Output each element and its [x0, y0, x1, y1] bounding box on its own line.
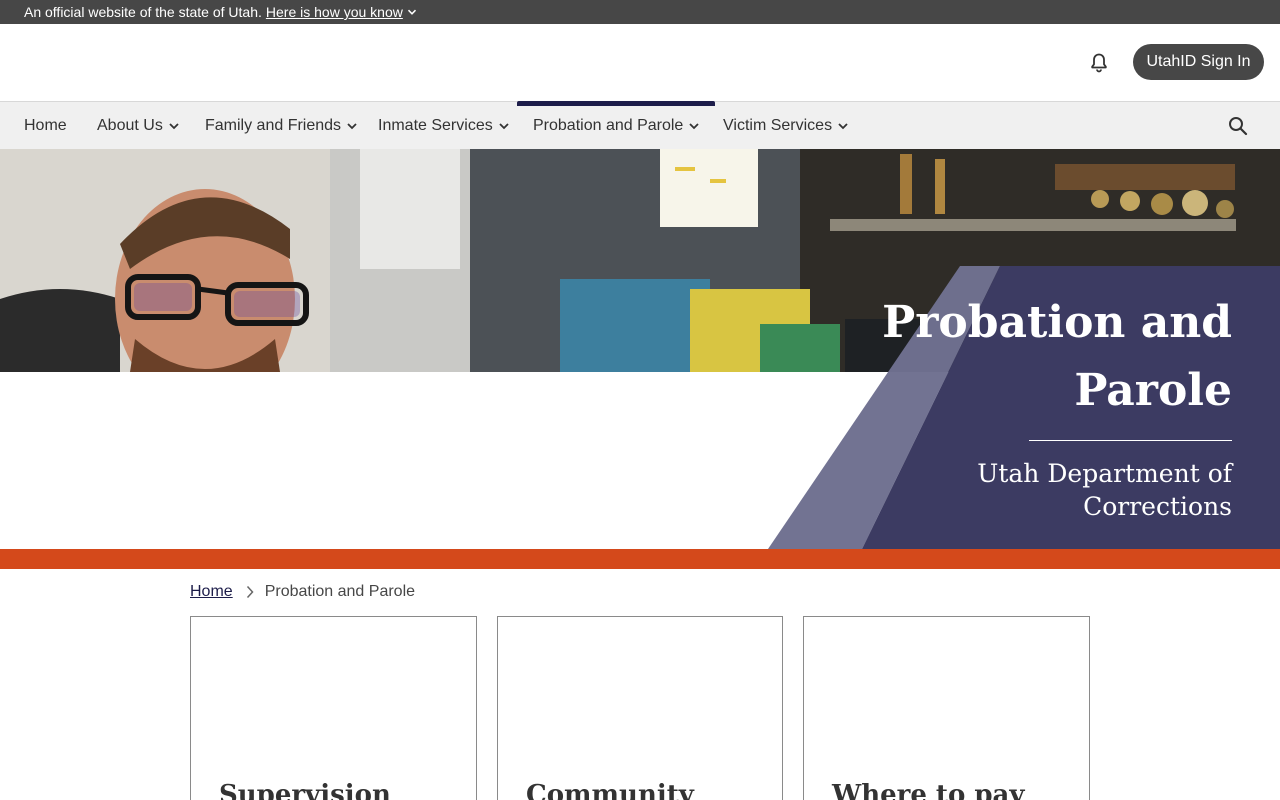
chevron-down-icon: [407, 9, 416, 15]
card-where-to-pay[interactable]: Where to pay: [803, 616, 1090, 800]
card-title: Where to pay: [832, 780, 1025, 800]
how-you-know-link[interactable]: Here is how you know: [266, 4, 417, 20]
nav-item-label: Victim Services: [723, 116, 833, 134]
card-supervision[interactable]: Supervision: [190, 616, 477, 800]
chevron-right-icon: [245, 585, 255, 599]
search-icon[interactable]: [1226, 114, 1250, 138]
accent-bar: [0, 549, 1280, 569]
chevron-down-icon: [347, 122, 357, 129]
how-you-know-label: Here is how you know: [265, 4, 403, 20]
nav-item-family-and-friends[interactable]: Family and Friends: [205, 102, 358, 149]
breadcrumb-current: Probation and Parole: [264, 583, 416, 600]
official-website-banner: An official website of the state of Utah…: [0, 0, 1280, 24]
breadcrumb-home-link[interactable]: Home: [190, 583, 233, 601]
chevron-down-icon: [689, 122, 699, 129]
site-header: UtahID Sign In: [0, 24, 1280, 101]
nav-item-label: About Us: [97, 116, 163, 134]
nav-item-label: Family and Friends: [205, 116, 342, 134]
nav-item-label: Home: [24, 116, 67, 134]
utahid-sign-in-button[interactable]: UtahID Sign In: [1133, 44, 1264, 80]
nav-item-victim-services[interactable]: Victim Services: [723, 102, 849, 149]
hero-banner: Probation and Parole Utah Department of …: [0, 149, 1280, 549]
chevron-down-icon: [499, 122, 509, 129]
nav-item-label: Probation and Parole: [533, 116, 684, 134]
hero-divider: [1029, 440, 1232, 441]
banner-text: An official website of the state of Utah…: [24, 4, 262, 20]
page-subtitle: Utah Department of Corrections: [977, 459, 1232, 521]
nav-item-probation-and-parole[interactable]: Probation and Parole: [516, 101, 716, 149]
bell-icon[interactable]: [1087, 51, 1111, 75]
chevron-down-icon: [169, 122, 179, 129]
nav-item-inmate-services[interactable]: Inmate Services: [378, 102, 510, 149]
nav-item-home[interactable]: Home: [24, 102, 67, 149]
main-navigation: Home About Us Family and Friends Inmate …: [0, 101, 1280, 149]
nav-item-about-us[interactable]: About Us: [97, 102, 180, 149]
nav-item-label: Inmate Services: [378, 116, 493, 134]
card-community[interactable]: Community: [497, 616, 783, 800]
page-title: Probation and Parole: [882, 297, 1232, 416]
card-title: Community: [526, 780, 694, 800]
chevron-down-icon: [838, 122, 848, 129]
breadcrumb: Home Probation and Parole: [190, 580, 415, 604]
card-title: Supervision: [219, 780, 391, 800]
